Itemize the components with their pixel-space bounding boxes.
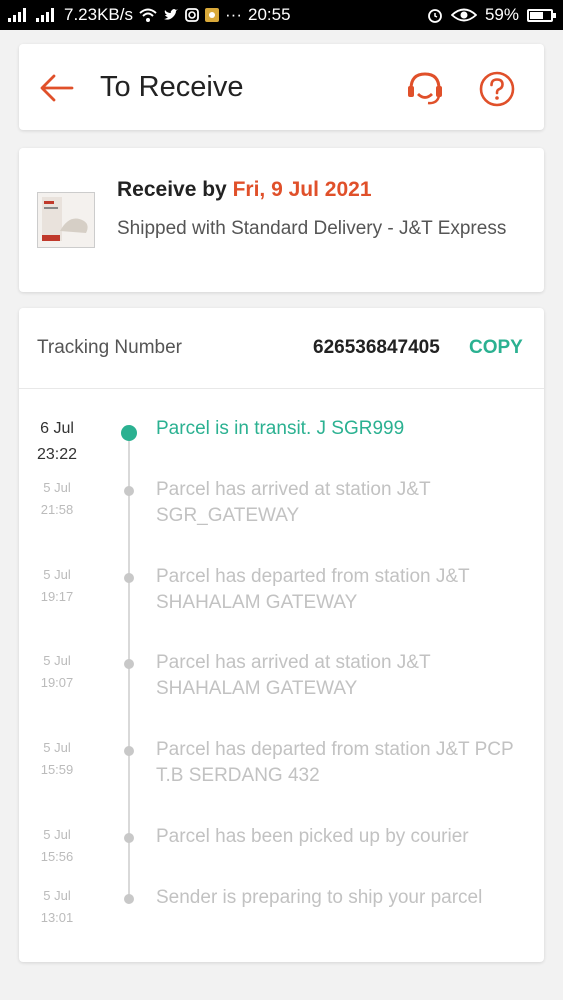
event-description: Parcel has departed from station J&T PCP… [156, 739, 514, 786]
page-title: To Receive [100, 71, 244, 103]
help-icon[interactable] [478, 70, 516, 108]
event-description: Sender is preparing to ship your parcel [156, 887, 483, 908]
network-speed: 7.23KB/s [64, 5, 133, 24]
timeline-dot [124, 833, 134, 843]
headset-icon[interactable] [404, 68, 446, 108]
twitter-icon [163, 8, 179, 22]
event-date: 5 Jul 21:58 [40, 480, 74, 517]
timeline-dot [121, 425, 137, 441]
timeline-dot [124, 486, 134, 496]
event-description: Parcel has arrived at station J&T SHAHAL… [156, 652, 431, 699]
event-date: 5 Jul 13:01 [40, 888, 74, 925]
header-bar: To Receive [19, 44, 544, 130]
tracking-number-row: Tracking Number 626536847405 COPY [19, 308, 544, 389]
app-notification-icon [205, 8, 219, 22]
event-description: Parcel has departed from station J&T SHA… [156, 566, 470, 613]
tracking-card: Tracking Number 626536847405 COPY 6 Jul 2… [19, 308, 544, 962]
status-bar: 7.23KB/s ··· 20:55 59% [0, 0, 563, 30]
signal-icon [8, 8, 30, 22]
alarm-icon [427, 7, 443, 23]
back-arrow-icon[interactable] [39, 72, 75, 104]
battery-percent: 59% [484, 5, 519, 24]
event-date: 6 Jul 23:22 [36, 420, 78, 463]
tracking-number-label: Tracking Number [37, 337, 183, 358]
clock-time: 20:55 [247, 5, 291, 24]
tracking-number: 626536847405 [313, 337, 440, 358]
delivery-summary-card: Receive by Fri, 9 Jul 2021 Shipped with … [19, 148, 544, 292]
event-date: 5 Jul 19:17 [40, 567, 74, 604]
battery-icon [527, 8, 556, 22]
timeline-dot [124, 746, 134, 756]
product-thumbnail[interactable] [37, 192, 95, 248]
timeline-dot [124, 894, 134, 904]
event-description: Parcel is in transit. J SGR999 [156, 418, 405, 439]
copy-button[interactable]: COPY [469, 337, 523, 359]
event-date: 5 Jul 15:59 [40, 740, 74, 777]
instagram-icon [185, 8, 199, 22]
receive-by-label: Receive by [117, 178, 227, 201]
timeline-dot [124, 659, 134, 669]
event-description: Parcel has been picked up by courier [156, 826, 469, 847]
more-notifications-dots: ··· [225, 5, 242, 24]
timeline-dot [124, 573, 134, 583]
event-date: 5 Jul 15:56 [40, 827, 74, 864]
receive-date: Fri, 9 Jul 2021 [232, 178, 372, 201]
eye-icon [450, 8, 477, 22]
shipping-method: Shipped with Standard Delivery - J&T Exp… [117, 218, 507, 239]
receive-by-line: Receive by Fri, 9 Jul 2021 [117, 178, 372, 202]
event-description: Parcel has arrived at station J&T SGR_GA… [156, 479, 431, 526]
event-date: 5 Jul 19:07 [40, 653, 74, 690]
wifi-icon [139, 8, 157, 22]
signal-icon [36, 8, 58, 22]
